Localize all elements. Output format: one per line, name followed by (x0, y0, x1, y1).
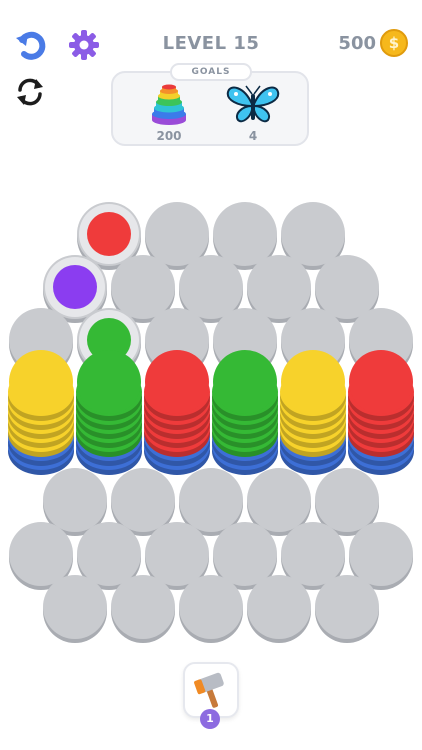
board-tile[interactable] (43, 575, 107, 643)
board-tile[interactable] (315, 575, 379, 643)
chip-stack[interactable] (280, 350, 346, 475)
hammer-count-badge: 1 (200, 709, 220, 729)
hex-board (0, 0, 422, 750)
chip-red[interactable] (87, 212, 131, 256)
stack-top-chip (145, 350, 209, 414)
chip-stack[interactable] (348, 350, 414, 475)
stack-top-chip (77, 350, 141, 414)
stack-top-chip (213, 350, 277, 414)
chip-stack[interactable] (212, 350, 278, 475)
board-tile[interactable] (179, 575, 243, 643)
stack-top-chip (349, 350, 413, 414)
chip-stack[interactable] (76, 350, 142, 475)
stack-top-chip (281, 350, 345, 414)
board-tile[interactable] (247, 575, 311, 643)
chip-purple[interactable] (53, 265, 97, 309)
chip-stack[interactable] (8, 350, 74, 475)
stack-top-chip (9, 350, 73, 414)
chip-stack[interactable] (144, 350, 210, 475)
board-tile[interactable] (111, 575, 175, 643)
